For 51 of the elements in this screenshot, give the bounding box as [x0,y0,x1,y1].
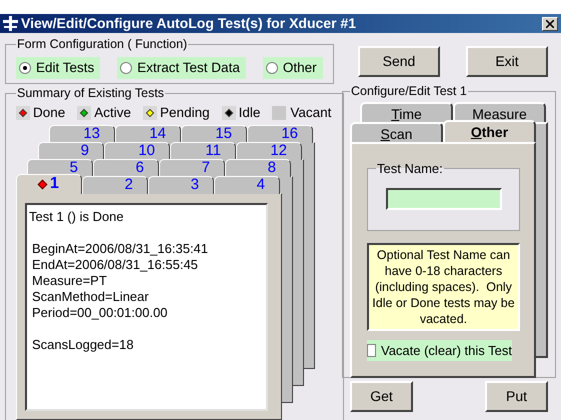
group-title: Form Configuration ( Function) [16,36,188,53]
tab[interactable]: 1 [16,174,82,194]
tab[interactable]: Measure [453,102,546,122]
tab[interactable]: Time [360,102,453,122]
radio-button[interactable] [120,62,132,74]
checkbox[interactable] [367,344,376,357]
radio-option[interactable]: Other [262,56,323,79]
tab[interactable]: 14 [115,124,181,143]
tab[interactable]: 7 [159,158,225,177]
info-note: Optional Test Name can have 0-18 characters (including spaces). Only Idle or Done tests may be vacated. [367,242,520,331]
close-button[interactable] [542,16,558,30]
legend-label: Active [94,104,132,122]
legend-label: Idle [238,104,260,122]
tab[interactable]: Scan [350,122,443,142]
group-title: Test Name: [376,160,444,178]
radio-option[interactable]: Edit Tests [16,56,100,79]
tab[interactable]: 13 [49,124,115,143]
diamond-icon [16,106,30,120]
radio-option[interactable]: Extract Test Data [117,56,246,79]
radio-button[interactable] [266,62,278,74]
tab[interactable]: 12 [236,142,302,160]
tab[interactable]: 10 [104,142,170,160]
app-icon [3,16,18,31]
tab[interactable]: 11 [170,142,236,160]
tab[interactable]: Other [443,120,536,142]
button[interactable]: Send [358,46,440,77]
details-text: Test 1 () is Done BeginAt=2006/08/31_16:35:41 EndAt=2006/08/31_16:55:45 Measure=PT ScanMethod=Linear Period=00_00:01:00.00 ScansLogged=18 [25,202,268,411]
legend-label: Vacant [290,104,332,122]
button[interactable]: Get [350,381,413,412]
tab[interactable]: 2 [82,176,148,194]
button[interactable]: Exit [466,46,548,77]
button[interactable]: Put [485,381,548,412]
radio-button[interactable] [19,62,31,74]
window-title: View/Edit/Configure AutoLog Test(s) for Xducer #1 [21,14,356,33]
text-field[interactable] [386,188,502,210]
diamond-icon [77,106,92,120]
tab[interactable]: 6 [93,158,159,177]
tab[interactable]: 4 [214,176,280,194]
tab[interactable]: 9 [38,142,104,160]
legend-label: Pending [160,104,210,122]
tab[interactable]: 15 [181,124,247,143]
legend-label: Done [33,104,66,122]
diamond-icon [143,106,158,120]
diamond-icon [222,106,236,120]
tab[interactable]: 8 [225,158,291,177]
group-title: Summary of Existing Tests [16,85,166,102]
checkbox-option[interactable]: Vacate (clear) this Test [367,340,512,361]
tab[interactable]: 3 [148,176,214,194]
group-title: Configure/Edit Test 1 [350,83,468,100]
tab[interactable]: 16 [247,124,313,143]
close-icon [546,20,554,28]
